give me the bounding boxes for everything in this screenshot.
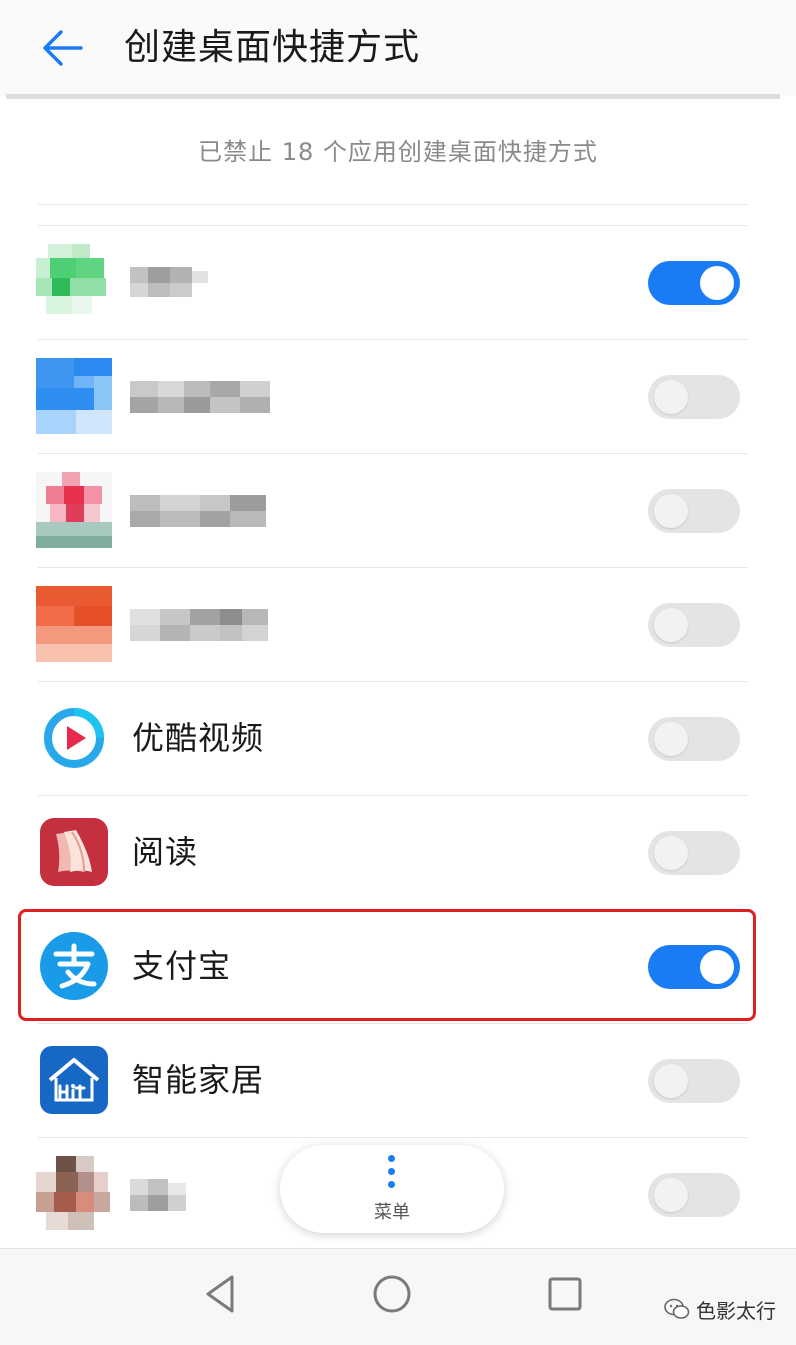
row-divider xyxy=(38,453,748,454)
list-item xyxy=(0,567,796,681)
shortcut-toggle[interactable] xyxy=(648,717,740,761)
obscured-app-icon xyxy=(36,244,106,314)
obscured-app-icon xyxy=(36,1156,110,1230)
obscured-app-name xyxy=(130,1179,186,1211)
obscured-app-icon xyxy=(36,586,112,662)
reading-icon xyxy=(40,818,108,886)
list-item xyxy=(0,453,796,567)
toggle-knob xyxy=(654,494,688,528)
shortcut-toggle[interactable] xyxy=(648,603,740,647)
obscured-app-name xyxy=(130,609,268,641)
app-name: 优酷视频 xyxy=(132,719,265,757)
list-divider xyxy=(38,204,748,205)
toggle-knob xyxy=(654,836,688,870)
list-item xyxy=(0,339,796,453)
list-item: 智能家居 xyxy=(0,1023,796,1137)
youku-icon xyxy=(44,708,104,768)
menu-button[interactable]: 菜单 xyxy=(280,1145,504,1233)
watermark-text: 色影太行 xyxy=(696,1298,776,1323)
shortcut-toggle[interactable] xyxy=(648,945,740,989)
shortcut-toggle[interactable] xyxy=(648,1059,740,1103)
list-item: 支付宝 xyxy=(0,909,796,1023)
wechat-icon xyxy=(664,1298,690,1319)
toggle-knob xyxy=(700,266,734,300)
nav-recents-button[interactable] xyxy=(540,1269,590,1319)
toggle-knob xyxy=(654,608,688,642)
row-divider xyxy=(38,681,748,682)
row-divider xyxy=(38,909,748,910)
shortcut-toggle[interactable] xyxy=(648,375,740,419)
shortcut-toggle[interactable] xyxy=(648,489,740,533)
toggle-knob xyxy=(654,1178,688,1212)
shortcut-toggle[interactable] xyxy=(648,261,740,305)
row-divider xyxy=(38,567,748,568)
list-item xyxy=(0,225,796,339)
row-divider xyxy=(38,225,748,226)
nav-recents-icon xyxy=(548,1277,582,1311)
row-divider xyxy=(38,795,748,796)
obscured-app-name xyxy=(130,495,266,527)
app-name: 支付宝 xyxy=(132,947,232,985)
list-item: 优酷视频 xyxy=(0,681,796,795)
back-button[interactable] xyxy=(34,24,88,72)
nav-back-button[interactable] xyxy=(196,1269,246,1319)
toggle-knob xyxy=(654,722,688,756)
page-title: 创建桌面快捷方式 xyxy=(124,27,421,68)
smart-home-icon xyxy=(40,1046,108,1114)
more-vertical-icon xyxy=(388,1155,396,1197)
nav-home-button[interactable] xyxy=(367,1269,417,1319)
toggle-knob xyxy=(700,950,734,984)
app-name: 阅读 xyxy=(132,833,199,871)
nav-home-icon xyxy=(373,1275,411,1313)
nav-back-icon xyxy=(206,1275,234,1313)
app-bar: 创建桌面快捷方式 xyxy=(0,0,796,96)
alipay-icon xyxy=(40,932,108,1000)
obscured-app-name xyxy=(130,267,208,297)
header-divider xyxy=(6,94,780,99)
blocked-count-text: 已禁止 18 个应用创建桌面快捷方式 xyxy=(198,138,598,166)
row-divider xyxy=(38,1023,748,1024)
toggle-knob xyxy=(654,380,688,414)
list-item: 阅读 xyxy=(0,795,796,909)
toggle-knob xyxy=(654,1064,688,1098)
shortcut-toggle[interactable] xyxy=(648,1173,740,1217)
obscured-app-icon xyxy=(36,358,112,434)
row-divider xyxy=(38,339,748,340)
app-name: 智能家居 xyxy=(132,1061,265,1099)
obscured-app-icon xyxy=(36,472,112,548)
menu-label: 菜单 xyxy=(374,1202,410,1223)
watermark: 色影太行 xyxy=(664,1292,776,1326)
shortcut-toggle[interactable] xyxy=(648,831,740,875)
obscured-app-name xyxy=(130,381,270,413)
row-divider xyxy=(38,1137,748,1138)
arrow-left-icon xyxy=(43,30,83,66)
